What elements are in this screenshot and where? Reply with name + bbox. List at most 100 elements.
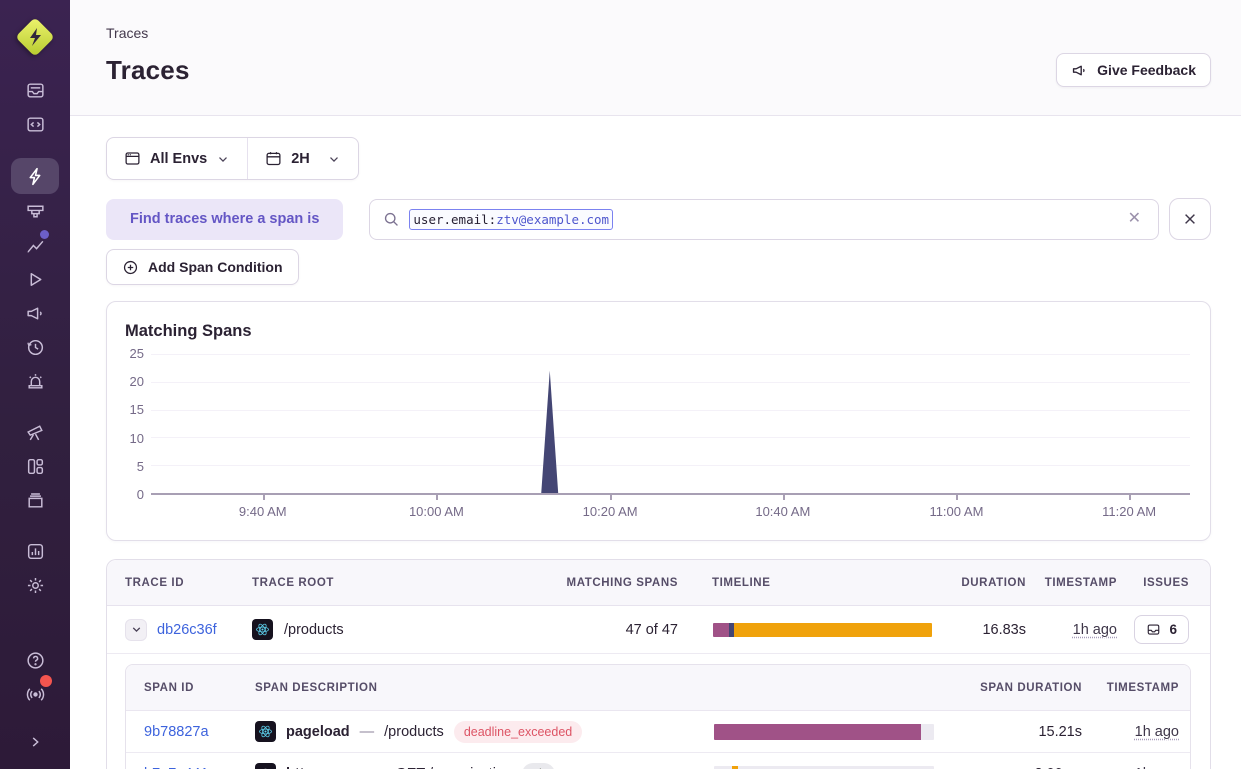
sidebar-item-stats[interactable] [11,534,59,568]
telescope-icon [25,422,46,443]
sidebar-item-metrics[interactable] [11,228,59,262]
breadcrumb[interactable]: Traces [106,0,1211,41]
issues-icon [1146,622,1161,637]
span-op: http.server [286,766,361,769]
gear-icon [25,575,46,596]
siren-icon [25,371,46,392]
search-token-value: ztv@example.com [496,211,609,228]
trace-timestamp: 1h ago [1026,622,1117,638]
issues-icon [25,80,46,101]
trace-table-header: TRACE ID TRACE ROOT MATCHING SPANS TIMEL… [107,560,1210,606]
add-span-condition-button[interactable]: Add Span Condition [106,249,299,285]
chevron-down-icon [327,152,341,166]
span-search-input[interactable]: user.email:ztv@example.com ✕ [369,199,1159,240]
sidebar-item-issues[interactable] [11,73,59,107]
span-row[interactable]: 9b78827a pageload — /products deadline_e… [126,711,1190,753]
sidebar-item-dashboards[interactable] [11,449,59,483]
filter-bar: All Envs 2H [106,137,359,180]
col-trace-root: TRACE ROOT [252,577,558,589]
sidebar [0,0,70,769]
col-span-description: SPAN DESCRIPTION [255,682,714,694]
search-icon [383,211,400,228]
page-header: Traces Traces Give Feedback [70,0,1241,116]
chart-plot-area[interactable] [151,354,1190,495]
environment-filter-label: All Envs [150,151,207,167]
sidebar-item-replays[interactable] [11,262,59,296]
chevron-down-icon [130,623,143,636]
stacked-trays-icon [25,490,46,511]
sidebar-item-traces[interactable] [11,158,59,194]
content: All Envs 2H Find traces where a span is … [70,116,1241,769]
sidebar-item-profiling[interactable] [11,194,59,228]
span-condition-row: Find traces where a span is user.email:z… [106,198,1211,240]
span-description: /products [384,724,444,740]
span-timestamp: 1h ago [1082,724,1179,740]
sidebar-collapse-toggle[interactable] [11,725,59,759]
col-timestamp: TIMESTAMP [1026,577,1117,589]
span-timeline-bar [714,724,934,740]
matching-spans-count: 47 of 47 [558,622,678,638]
span-table-header: SPAN ID SPAN DESCRIPTION SPAN DURATION T… [126,665,1190,711]
sidebar-item-settings[interactable] [11,568,59,602]
col-span-duration: SPAN DURATION [934,682,1082,694]
sidebar-item-discover[interactable] [11,415,59,449]
sidebar-item-alerts[interactable] [11,364,59,398]
close-icon [1182,211,1198,227]
search-token-key: user.email: [413,211,496,228]
col-matching-spans: MATCHING SPANS [558,577,678,589]
page-title: Traces [106,55,190,86]
broadcast-icon [25,684,46,705]
span-duration: 15.21s [934,724,1082,740]
span-id-link[interactable]: 9b78827a [144,724,209,740]
separator: — [360,724,375,740]
chevron-right-icon [26,733,44,751]
add-span-condition-label: Add Span Condition [148,259,283,275]
sidebar-item-crons[interactable] [11,483,59,517]
server-platform-icon [255,763,276,769]
sidebar-item-releases[interactable] [11,330,59,364]
chart-title: Matching Spans [125,322,252,341]
collapse-trace-button[interactable] [125,619,147,641]
environment-filter[interactable]: All Envs [107,138,247,179]
projects-icon [25,114,46,135]
issues-badge[interactable]: 6 [1134,615,1189,644]
circled-plus-icon [122,259,139,276]
span-op: pageload [286,724,350,740]
span-table: SPAN ID SPAN DESCRIPTION SPAN DURATION T… [125,664,1191,769]
calendar-icon [265,150,282,167]
trace-id-link[interactable]: db26c36f [157,622,217,638]
expanded-trace-region: SPAN ID SPAN DESCRIPTION SPAN DURATION T… [107,654,1210,769]
issues-count: 6 [1169,622,1177,637]
org-avatar[interactable] [17,19,53,55]
sidebar-item-whats-new[interactable] [11,677,59,711]
status-badge: deadline_exceeded [454,721,582,743]
span-timestamp: 1h ago [1082,766,1179,769]
sidebar-item-help[interactable] [11,643,59,677]
sidebar-item-projects[interactable] [11,107,59,141]
sentry-logo-icon [17,19,53,55]
trace-row[interactable]: db26c36f /products 47 of 47 16.83s 1h ag… [107,606,1210,654]
clear-search-icon[interactable]: ✕ [1124,207,1145,231]
dashboards-icon [25,456,46,477]
condition-label: Find traces where a span is [106,199,343,240]
col-span-id: SPAN ID [144,682,255,694]
date-range-filter[interactable]: 2H [248,138,358,179]
megaphone-icon [25,303,46,324]
whats-new-notification-dot [40,675,52,687]
metrics-notification-dot [40,230,49,239]
profiling-icon [25,201,46,222]
col-span-timestamp: TIMESTAMP [1082,682,1179,694]
help-icon [25,650,46,671]
remove-condition-button[interactable] [1169,198,1211,240]
span-row[interactable]: b7a7e441 http.server — GET /organization… [126,753,1190,769]
trace-timeline-bar [713,623,932,637]
status-badge: ok [522,763,555,769]
react-platform-icon [255,721,276,742]
chart-x-axis: 9:40 AM10:00 AM10:20 AM10:40 AM11:00 AM1… [151,504,1190,524]
search-token[interactable]: user.email:ztv@example.com [409,209,613,230]
col-trace-id: TRACE ID [125,577,252,589]
date-range-filter-label: 2H [291,151,310,167]
give-feedback-button[interactable]: Give Feedback [1056,53,1211,87]
separator: — [371,766,386,769]
sidebar-item-feedback[interactable] [11,296,59,330]
